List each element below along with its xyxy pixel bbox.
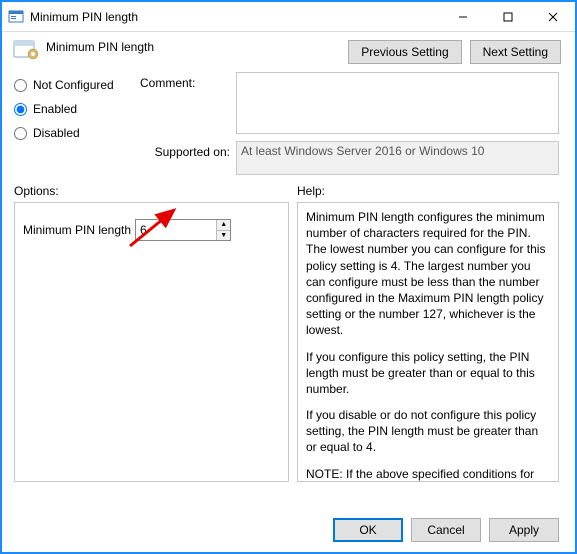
state-grid: Not Configured Enabled Disabled Comment:…	[2, 68, 575, 182]
policy-app-icon	[8, 9, 24, 25]
pin-length-spinner[interactable]: ▲ ▼	[135, 219, 231, 241]
window-title: Minimum PIN length	[30, 10, 440, 24]
next-setting-button[interactable]: Next Setting	[470, 40, 561, 64]
titlebar: Minimum PIN length	[2, 2, 575, 32]
help-panel: Minimum PIN length configures the minimu…	[297, 202, 559, 482]
radio-disabled-input[interactable]	[14, 127, 27, 140]
policy-title: Minimum PIN length	[46, 38, 348, 54]
comment-textarea[interactable]	[236, 72, 559, 134]
pin-length-input[interactable]	[136, 220, 216, 240]
radio-enabled-input[interactable]	[14, 103, 27, 116]
help-paragraph: NOTE: If the above specified conditions …	[306, 466, 550, 482]
help-paragraph: If you configure this policy setting, th…	[306, 349, 550, 398]
help-col: Help: Minimum PIN length configures the …	[297, 184, 559, 504]
help-paragraph: Minimum PIN length configures the minimu…	[306, 209, 550, 339]
help-heading: Help:	[297, 184, 559, 198]
radio-disabled[interactable]: Disabled	[14, 126, 134, 140]
spinner-down-button[interactable]: ▼	[217, 230, 230, 241]
cancel-button[interactable]: Cancel	[411, 518, 481, 542]
split-panels: Options: Minimum PIN length ▲ ▼ Help:	[2, 182, 575, 510]
minimize-button[interactable]	[440, 2, 485, 31]
apply-button[interactable]: Apply	[489, 518, 559, 542]
maximize-button[interactable]	[485, 2, 530, 31]
policy-editor-window: Minimum PIN length Minimum PIN length P	[0, 0, 577, 554]
radio-enabled[interactable]: Enabled	[14, 102, 134, 116]
close-button[interactable]	[530, 2, 575, 31]
help-paragraph: If you disable or do not configure this …	[306, 407, 550, 456]
ok-button[interactable]: OK	[333, 518, 403, 542]
footer: OK Cancel Apply	[2, 510, 575, 552]
pin-length-label: Minimum PIN length	[23, 223, 131, 237]
radio-disabled-label: Disabled	[33, 126, 80, 140]
spinner-up-button[interactable]: ▲	[217, 220, 230, 230]
supported-on-textarea: At least Windows Server 2016 or Windows …	[236, 141, 559, 175]
state-radios: Not Configured Enabled Disabled	[14, 72, 134, 140]
comment-label: Comment:	[140, 72, 230, 90]
subtitle-row: Minimum PIN length Previous Setting Next…	[2, 32, 575, 68]
supported-on-label: Supported on:	[140, 141, 230, 159]
window-buttons	[440, 2, 575, 31]
options-col: Options: Minimum PIN length ▲ ▼	[14, 184, 289, 504]
radio-not-configured-label: Not Configured	[33, 78, 114, 92]
radio-not-configured[interactable]: Not Configured	[14, 78, 134, 92]
policy-icon	[12, 38, 40, 60]
options-panel: Minimum PIN length ▲ ▼	[14, 202, 289, 482]
radio-not-configured-input[interactable]	[14, 79, 27, 92]
previous-setting-button[interactable]: Previous Setting	[348, 40, 461, 64]
options-heading: Options:	[14, 184, 289, 198]
radio-enabled-label: Enabled	[33, 102, 77, 116]
